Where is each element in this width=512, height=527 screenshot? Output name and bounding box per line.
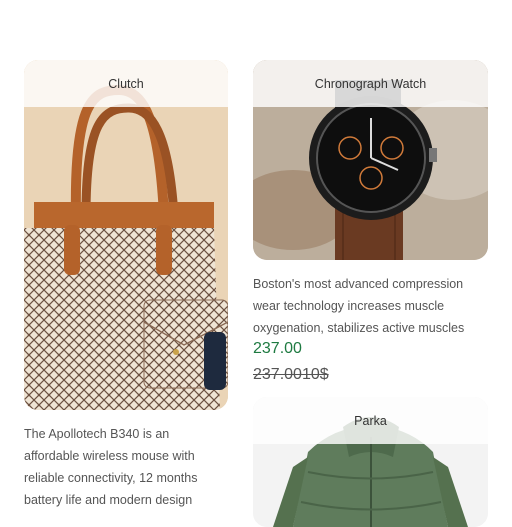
product-description: Boston's most advanced compression wear … (253, 273, 493, 339)
product-price: 237.00 (253, 340, 302, 357)
description-line: Boston's most advanced compression (253, 277, 464, 291)
description-line: oxygenation, stabilizes active muscles (253, 321, 465, 335)
description-line: wear technology increases muscle (253, 299, 445, 313)
product-description: The Apollotech B340 is an affordable wir… (24, 423, 234, 511)
description-line: battery life and modern design (24, 493, 193, 507)
product-name: Chronograph Watch (253, 60, 488, 107)
product-card-chronograph-watch[interactable]: Chronograph Watch (253, 60, 488, 260)
product-image-clutch (24, 60, 228, 410)
product-name: Parka (253, 397, 488, 444)
product-name: Clutch (24, 60, 228, 107)
product-card-clutch[interactable]: Clutch (24, 60, 228, 410)
description-line: affordable wireless mouse with (24, 449, 195, 463)
description-line: The Apollotech B340 is an (24, 427, 170, 441)
description-line: reliable connectivity, 12 months (24, 471, 198, 485)
product-old-price: 237.0010$ (253, 366, 329, 383)
product-card-parka[interactable]: Parka (253, 397, 488, 527)
